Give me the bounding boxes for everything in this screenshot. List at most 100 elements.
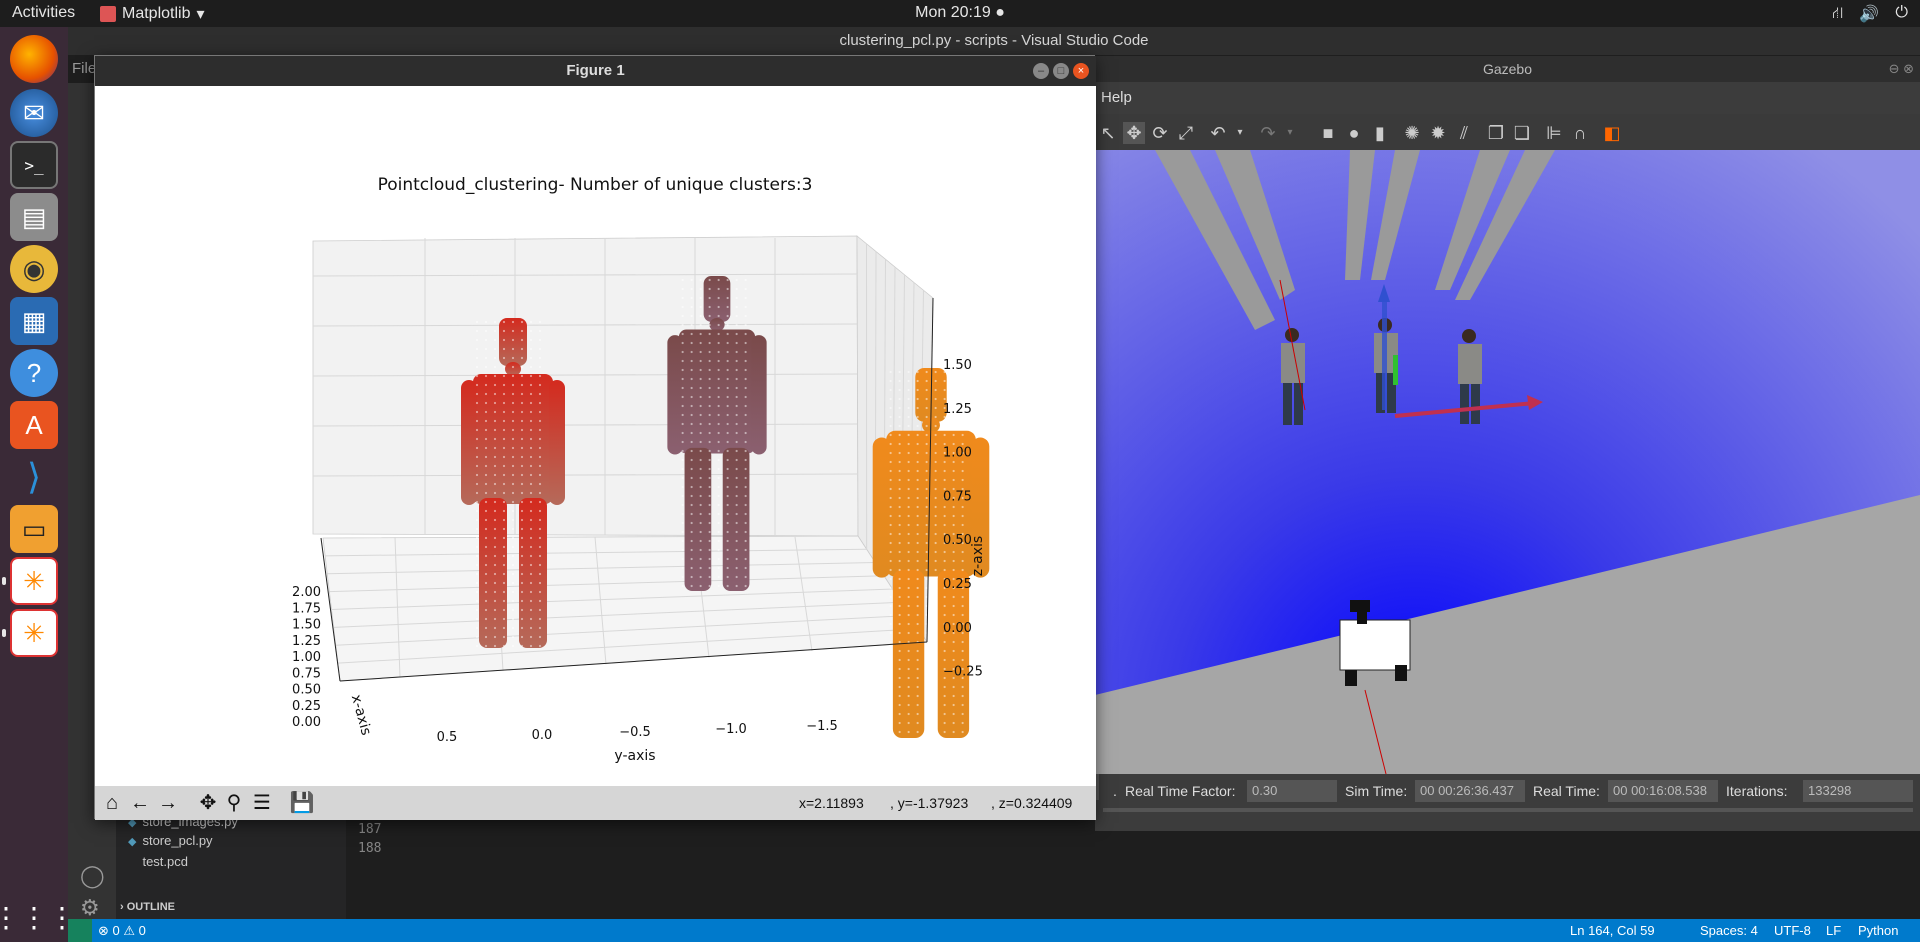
language-mode[interactable]: Python xyxy=(1858,923,1898,938)
point xyxy=(708,530,711,534)
software-center-icon[interactable]: A xyxy=(10,401,58,449)
vscode-menu-file[interactable]: File xyxy=(68,55,96,83)
x-tick-label: 1.50 xyxy=(292,618,321,633)
box-icon[interactable]: ■ xyxy=(1317,122,1339,144)
help-icon[interactable]: ? xyxy=(10,349,58,397)
outline-section[interactable]: › OUTLINE xyxy=(120,901,175,913)
point xyxy=(511,500,515,504)
point-light-icon[interactable]: ✺ xyxy=(1401,122,1423,144)
forward-arrow-icon[interactable]: → xyxy=(155,790,181,816)
point xyxy=(952,703,955,707)
spot-light-icon[interactable]: ✹ xyxy=(1427,122,1449,144)
problems-count[interactable]: ⊗ 0 ⚠ 0 xyxy=(98,923,146,939)
point xyxy=(889,577,892,581)
point xyxy=(484,401,488,405)
point xyxy=(961,550,964,554)
y-tick-label: −1.5 xyxy=(806,719,838,734)
encoding[interactable]: UTF-8 xyxy=(1774,923,1811,938)
files-icon[interactable]: ▤ xyxy=(10,193,58,241)
point xyxy=(889,370,892,374)
point xyxy=(690,467,693,471)
select-icon[interactable]: ↖ xyxy=(1097,122,1119,144)
volume-icon[interactable]: 🔊 xyxy=(1859,4,1879,24)
point xyxy=(744,332,747,336)
rviz-icon[interactable]: ✳ xyxy=(10,557,58,605)
vscode-icon[interactable]: ⟩ xyxy=(10,453,58,501)
point xyxy=(475,491,479,495)
point xyxy=(511,455,515,459)
file-item[interactable]: ◆ store_pcl.py xyxy=(128,833,213,848)
point xyxy=(925,694,928,698)
firefox-icon[interactable] xyxy=(10,35,58,83)
indent-spaces[interactable]: Spaces: 4 xyxy=(1700,923,1758,938)
terminal-icon[interactable]: >_ xyxy=(10,141,58,189)
gear-icon[interactable]: ⚙ xyxy=(80,895,100,921)
remote-indicator[interactable] xyxy=(68,919,92,942)
cursor-position[interactable]: Ln 164, Col 59 xyxy=(1570,923,1655,938)
rhythmbox-icon[interactable]: ◉ xyxy=(10,245,58,293)
point xyxy=(699,503,702,507)
point xyxy=(484,455,488,459)
back-arrow-icon[interactable]: ← xyxy=(127,790,153,816)
plot-canvas[interactable]: 0.00 0.25 0.50 0.75 1.00 1.25 1.50 1.75 2.00 0.5 0… xyxy=(95,86,1096,786)
home-icon[interactable]: ⌂ xyxy=(99,790,125,816)
minimize-icon[interactable]: – xyxy=(1033,63,1049,79)
scale-icon[interactable]: ⤢ xyxy=(1175,122,1197,144)
menu-help[interactable]: Help xyxy=(1101,89,1132,106)
point xyxy=(961,640,964,644)
point xyxy=(717,341,720,345)
cylinder-icon[interactable]: ▮ xyxy=(1369,122,1391,144)
clock[interactable]: Mon 20:19 ● xyxy=(0,4,1920,22)
account-icon[interactable]: ◯ xyxy=(80,863,105,889)
point xyxy=(934,487,937,491)
point xyxy=(717,584,720,588)
pan-icon[interactable]: ✥ xyxy=(195,790,221,816)
maximize-icon[interactable]: □ xyxy=(1053,63,1069,79)
point xyxy=(493,509,497,513)
directional-light-icon[interactable]: ⫽ xyxy=(1453,122,1475,144)
translate-icon[interactable]: ✥ xyxy=(1123,122,1145,144)
thunderbird-icon[interactable]: ✉ xyxy=(10,89,58,137)
system-tray[interactable]: ⛙ 🔊 ⏻ xyxy=(1832,4,1908,24)
gazebo-scrollbar[interactable] xyxy=(1103,808,1913,812)
undo-icon[interactable]: ↶ xyxy=(1207,122,1229,144)
gazebo-window: Gazebo ⊖ ⊗ Help ↖ ✥ ⟳ ⤢ ↶ ▾ ↷ ▾ ■ ● ▮ ✺ … xyxy=(1095,56,1920,831)
paste-icon[interactable]: ❏ xyxy=(1511,122,1533,144)
point xyxy=(735,359,738,363)
point xyxy=(952,649,955,653)
copy-icon[interactable]: ❐ xyxy=(1485,122,1507,144)
app-grid-icon[interactable]: ⋮⋮⋮ xyxy=(0,893,76,941)
point xyxy=(907,604,910,608)
network-icon[interactable]: ⛙ xyxy=(1832,4,1843,24)
point xyxy=(502,545,506,549)
point xyxy=(916,514,919,518)
point xyxy=(961,613,964,617)
sphere-icon[interactable]: ● xyxy=(1343,122,1365,144)
zoom-icon[interactable]: ⚲ xyxy=(221,790,247,816)
close-icon[interactable]: × xyxy=(1073,63,1089,79)
gazebo-3d-viewport[interactable] xyxy=(1095,150,1920,824)
point xyxy=(735,350,738,354)
activities-button[interactable]: Activities xyxy=(12,4,75,22)
configure-subplots-icon[interactable]: ☰ xyxy=(249,790,275,816)
power-icon[interactable]: ⏻ xyxy=(1895,4,1908,24)
save-icon[interactable]: 💾 xyxy=(289,790,315,816)
align-icon[interactable]: ⊫ xyxy=(1543,122,1565,144)
snap-icon[interactable]: ∩ xyxy=(1569,122,1591,144)
point xyxy=(520,437,524,441)
chevron-down-icon[interactable]: ▾ xyxy=(1279,122,1301,144)
rotate-icon[interactable]: ⟳ xyxy=(1149,122,1171,144)
point xyxy=(699,521,702,525)
line-ending[interactable]: LF xyxy=(1826,923,1841,938)
point xyxy=(475,374,479,378)
view-angle-icon[interactable]: ◧ xyxy=(1601,122,1623,144)
file-item[interactable]: ◆test.pcd xyxy=(128,854,188,869)
redo-icon[interactable]: ↷ xyxy=(1257,122,1279,144)
point xyxy=(898,694,901,698)
ros-book-icon[interactable]: ▭ xyxy=(10,505,58,553)
gazebo-window-controls[interactable]: ⊖ ⊗ xyxy=(1889,61,1914,77)
chevron-down-icon[interactable]: ▾ xyxy=(1229,122,1251,144)
app-menu[interactable]: Matplotlib ▾ xyxy=(100,4,205,24)
rviz-icon-2[interactable]: ✳ xyxy=(10,609,58,657)
libreoffice-writer-icon[interactable]: ▦ xyxy=(10,297,58,345)
